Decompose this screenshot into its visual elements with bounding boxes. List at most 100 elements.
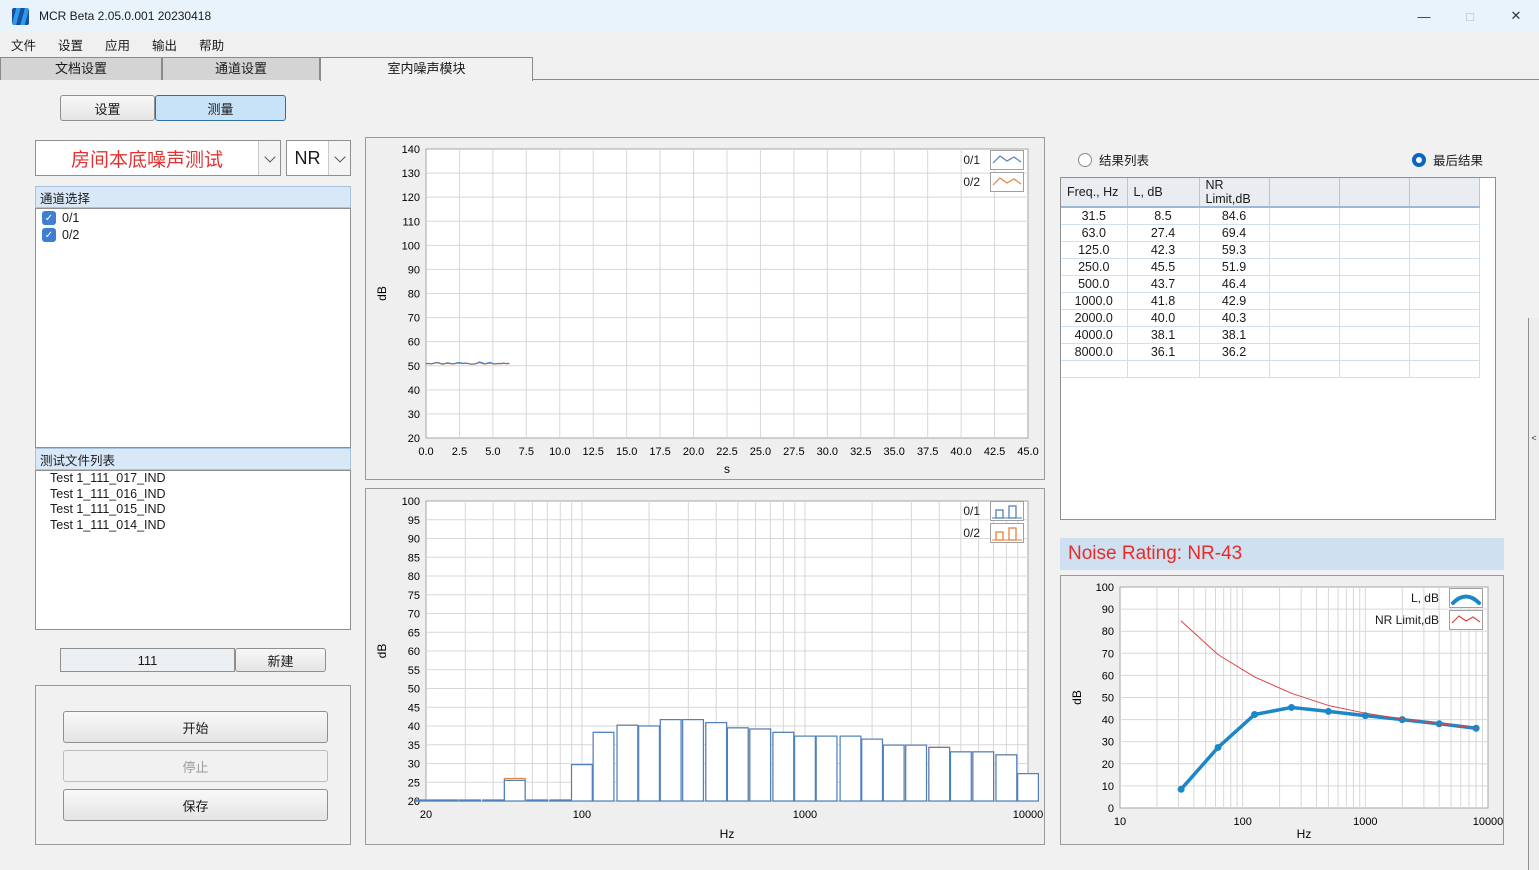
svg-text:35.0: 35.0 — [884, 446, 905, 458]
svg-text:10: 10 — [1114, 816, 1126, 828]
svg-text:100: 100 — [573, 809, 591, 821]
test-type-combo[interactable]: 房间本底噪声测试 — [35, 140, 281, 176]
table-row[interactable]: 500.043.746.4 — [1061, 275, 1479, 292]
checkbox-checked-icon[interactable]: ✓ — [42, 228, 56, 242]
table-row[interactable]: 4000.038.138.1 — [1061, 326, 1479, 343]
legend-label: 0/2 — [963, 175, 980, 189]
table-row[interactable]: 31.58.584.6 — [1061, 207, 1479, 224]
chevron-down-icon[interactable] — [328, 141, 350, 175]
svg-text:20.0: 20.0 — [683, 446, 704, 458]
table-cell — [1127, 360, 1199, 377]
legend-entry: L, dB — [1411, 588, 1483, 608]
table-cell — [1269, 326, 1339, 343]
close-button[interactable]: ✕ — [1493, 0, 1539, 32]
start-button[interactable]: 开始 — [63, 711, 328, 743]
window-title: MCR Beta 2.05.0.001 20230418 — [39, 9, 211, 23]
legend-bars-icon — [990, 501, 1024, 521]
table-row[interactable]: 2000.040.040.3 — [1061, 309, 1479, 326]
menu-item-文件[interactable]: 文件 — [0, 32, 47, 57]
table-cell: 38.1 — [1127, 326, 1199, 343]
rating-combo[interactable]: NR — [286, 140, 351, 176]
file-list-item[interactable]: Test 1_111_017_IND — [36, 471, 350, 487]
table-cell — [1269, 241, 1339, 258]
table-row[interactable]: 8000.036.136.2 — [1061, 343, 1479, 360]
svg-text:Hz: Hz — [1297, 827, 1312, 841]
radio-result-list[interactable]: 结果列表 — [1078, 150, 1149, 169]
run-control-group: 开始 停止 保存 — [35, 685, 351, 845]
radio-icon[interactable] — [1078, 153, 1092, 167]
svg-text:22.5: 22.5 — [716, 446, 737, 458]
table-cell: 40.3 — [1199, 309, 1269, 326]
legend-entry: 0/2 — [963, 172, 1024, 192]
svg-text:60: 60 — [1102, 670, 1114, 682]
minimize-button[interactable]: — — [1401, 0, 1447, 32]
svg-text:120: 120 — [402, 192, 420, 204]
table-row[interactable]: 250.045.551.9 — [1061, 258, 1479, 275]
menu-item-设置[interactable]: 设置 — [47, 32, 94, 57]
main-tab-2[interactable]: 通道设置 — [162, 57, 320, 80]
table-cell — [1409, 275, 1479, 292]
table-row[interactable] — [1061, 360, 1479, 377]
menu-item-帮助[interactable]: 帮助 — [188, 32, 235, 57]
tab-settings[interactable]: 设置 — [60, 95, 155, 121]
stop-button[interactable]: 停止 — [63, 750, 328, 782]
new-button[interactable]: 新建 — [235, 648, 326, 672]
radio-icon[interactable] — [1412, 153, 1426, 167]
table-cell — [1409, 343, 1479, 360]
table-cell: 31.5 — [1061, 207, 1127, 224]
svg-text:100: 100 — [402, 496, 420, 508]
column-header: Freq., Hz — [1061, 178, 1127, 207]
panel-collapse-handle[interactable]: < — [1528, 318, 1539, 870]
table-cell — [1199, 360, 1269, 377]
maximize-button[interactable]: □ — [1447, 0, 1493, 32]
file-list-item[interactable]: Test 1_111_015_IND — [36, 502, 350, 518]
svg-text:30: 30 — [408, 409, 420, 421]
channel-section-header: 通道选择 — [35, 186, 351, 208]
svg-text:2.5: 2.5 — [452, 446, 467, 458]
legend-label: 0/1 — [963, 504, 980, 518]
table-cell: 500.0 — [1061, 275, 1127, 292]
radio-last-result[interactable]: 最后结果 — [1412, 150, 1483, 169]
main-tab-3[interactable]: 室内噪声模块 — [320, 57, 533, 81]
table-row[interactable]: 125.042.359.3 — [1061, 241, 1479, 258]
channel-item[interactable]: ✓0/2 — [36, 226, 350, 243]
svg-text:10000: 10000 — [1013, 809, 1044, 821]
channel-item[interactable]: ✓0/1 — [36, 209, 350, 226]
svg-text:70: 70 — [408, 609, 420, 621]
chart-legend: 0/10/2 — [963, 501, 1024, 543]
table-cell — [1269, 275, 1339, 292]
svg-text:130: 130 — [402, 168, 420, 180]
svg-text:10.0: 10.0 — [549, 446, 570, 458]
file-list-item[interactable]: Test 1_111_014_IND — [36, 518, 350, 534]
results-table: Freq., HzL, dBNR Limit,dB31.58.584.663.0… — [1060, 177, 1496, 520]
svg-text:30.0: 30.0 — [817, 446, 838, 458]
main-tab-1[interactable]: 文档设置 — [0, 57, 162, 80]
table-cell: 125.0 — [1061, 241, 1127, 258]
svg-text:12.5: 12.5 — [583, 446, 604, 458]
main-tab-strip: 文档设置通道设置室内噪声模块 — [0, 57, 1539, 80]
menu-item-输出[interactable]: 输出 — [141, 32, 188, 57]
table-cell — [1269, 258, 1339, 275]
file-name-input[interactable]: 111 — [60, 648, 235, 672]
noise-rating-banner: Noise Rating: NR-43 — [1060, 538, 1504, 570]
table-row[interactable]: 63.027.469.4 — [1061, 224, 1479, 241]
svg-text:35: 35 — [408, 740, 420, 752]
menu-item-应用[interactable]: 应用 — [94, 32, 141, 57]
legend-thick-curve-icon — [1449, 588, 1483, 608]
save-button[interactable]: 保存 — [63, 789, 328, 821]
table-row[interactable]: 1000.041.842.9 — [1061, 292, 1479, 309]
checkbox-checked-icon[interactable]: ✓ — [42, 211, 56, 225]
file-list-item[interactable]: Test 1_111_016_IND — [36, 487, 350, 503]
svg-text:100: 100 — [1096, 582, 1114, 594]
svg-text:30: 30 — [408, 759, 420, 771]
table-cell — [1269, 360, 1339, 377]
svg-text:40.0: 40.0 — [950, 446, 971, 458]
table-cell: 41.8 — [1127, 292, 1199, 309]
legend-label: NR Limit,dB — [1375, 613, 1439, 627]
chevron-down-icon[interactable] — [258, 141, 280, 175]
table-cell: 42.9 — [1199, 292, 1269, 309]
table-cell — [1409, 292, 1479, 309]
table-cell — [1339, 241, 1409, 258]
svg-text:7.5: 7.5 — [519, 446, 534, 458]
tab-measure[interactable]: 测量 — [155, 95, 286, 121]
